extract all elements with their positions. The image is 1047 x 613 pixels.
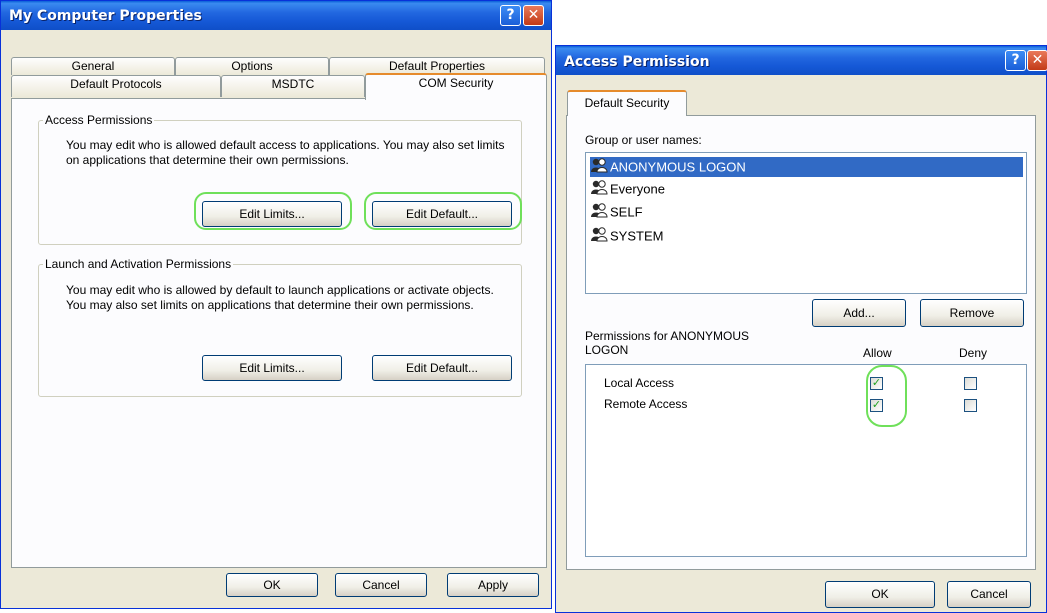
user-item-everyone[interactable]: Everyone bbox=[590, 179, 665, 199]
local-access-deny-checkbox[interactable] bbox=[964, 377, 977, 390]
help-button[interactable]: ? bbox=[500, 5, 521, 26]
local-access-allow-checkbox[interactable]: ✓ bbox=[870, 377, 883, 390]
tab-msdtc[interactable]: MSDTC bbox=[221, 75, 365, 97]
permissions-for-label-line1: Permissions for ANONYMOUS bbox=[585, 329, 750, 343]
user-group-icon bbox=[590, 179, 608, 201]
add-button[interactable]: Add... bbox=[812, 299, 906, 327]
cancel-button[interactable]: Cancel bbox=[335, 573, 427, 597]
tab-general[interactable]: General bbox=[11, 57, 175, 75]
my-computer-properties-window: My Computer Properties ? ✕ General Optio… bbox=[0, 0, 552, 609]
user-group-icon bbox=[590, 157, 608, 179]
launch-permissions-description: You may edit who is allowed by default t… bbox=[66, 283, 494, 312]
user-list[interactable]: ANONYMOUS LOGON Everyone SELF SYSTEM bbox=[585, 152, 1027, 294]
permission-name: Local Access bbox=[604, 376, 675, 390]
window-title: My Computer Properties bbox=[9, 8, 202, 24]
close-button[interactable]: ✕ bbox=[523, 5, 544, 26]
user-item-system[interactable]: SYSTEM bbox=[590, 226, 663, 246]
access-edit-default-button[interactable]: Edit Default... bbox=[372, 201, 512, 227]
deny-column-header: Deny bbox=[959, 346, 988, 360]
apply-button[interactable]: Apply bbox=[447, 573, 539, 597]
launch-edit-limits-button[interactable]: Edit Limits... bbox=[202, 355, 342, 381]
permission-name: Remote Access bbox=[604, 397, 688, 411]
title-bar[interactable]: Access Permission bbox=[556, 46, 1046, 75]
access-edit-limits-button[interactable]: Edit Limits... bbox=[202, 201, 342, 227]
user-name: Everyone bbox=[610, 181, 665, 197]
permissions-list: Local Access ✓ Remote Access ✓ bbox=[585, 364, 1027, 557]
remote-access-deny-checkbox[interactable] bbox=[964, 399, 977, 412]
tab-default-security[interactable]: Default Security bbox=[567, 90, 687, 116]
title-bar[interactable]: My Computer Properties bbox=[1, 1, 551, 30]
tab-options[interactable]: Options bbox=[175, 57, 329, 75]
group-or-user-names-label: Group or user names: bbox=[585, 133, 702, 147]
allow-column-header: Allow bbox=[863, 346, 892, 360]
remote-access-allow-checkbox[interactable]: ✓ bbox=[870, 399, 883, 412]
close-button[interactable]: ✕ bbox=[1027, 50, 1047, 71]
user-name: ANONYMOUS LOGON bbox=[610, 159, 746, 175]
launch-edit-default-button[interactable]: Edit Default... bbox=[372, 355, 512, 381]
user-item-self[interactable]: SELF bbox=[590, 202, 643, 222]
window-title: Access Permission bbox=[564, 54, 710, 70]
user-group-icon bbox=[590, 226, 608, 248]
permissions-for-label-line2: LOGON bbox=[585, 343, 629, 357]
access-permission-window: Access Permission ? ✕ Default Security G… bbox=[555, 45, 1047, 613]
tab-panel: Group or user names: ANONYMOUS LOGON Eve… bbox=[566, 115, 1036, 570]
cancel-button[interactable]: Cancel bbox=[947, 581, 1031, 608]
ok-button[interactable]: OK bbox=[825, 581, 935, 608]
tab-com-security[interactable]: COM Security bbox=[365, 73, 547, 100]
remove-button[interactable]: Remove bbox=[920, 299, 1024, 327]
help-button[interactable]: ? bbox=[1005, 50, 1026, 71]
permissions-for-label: Permissions for ANONYMOUS LOGON bbox=[585, 329, 749, 357]
tab-default-protocols[interactable]: Default Protocols bbox=[11, 75, 221, 97]
tab-panel: Access Permissions You may edit who is a… bbox=[11, 98, 547, 568]
user-name: SYSTEM bbox=[610, 228, 664, 244]
ok-button[interactable]: OK bbox=[226, 573, 318, 597]
user-name: SELF bbox=[610, 204, 643, 220]
access-permissions-description: You may edit who is allowed default acce… bbox=[66, 138, 505, 167]
user-group-icon bbox=[590, 202, 608, 224]
access-permissions-legend: Access Permissions bbox=[45, 113, 153, 127]
launch-permissions-legend: Launch and Activation Permissions bbox=[45, 257, 232, 271]
user-item-anonymous-logon[interactable]: ANONYMOUS LOGON bbox=[590, 157, 1023, 177]
